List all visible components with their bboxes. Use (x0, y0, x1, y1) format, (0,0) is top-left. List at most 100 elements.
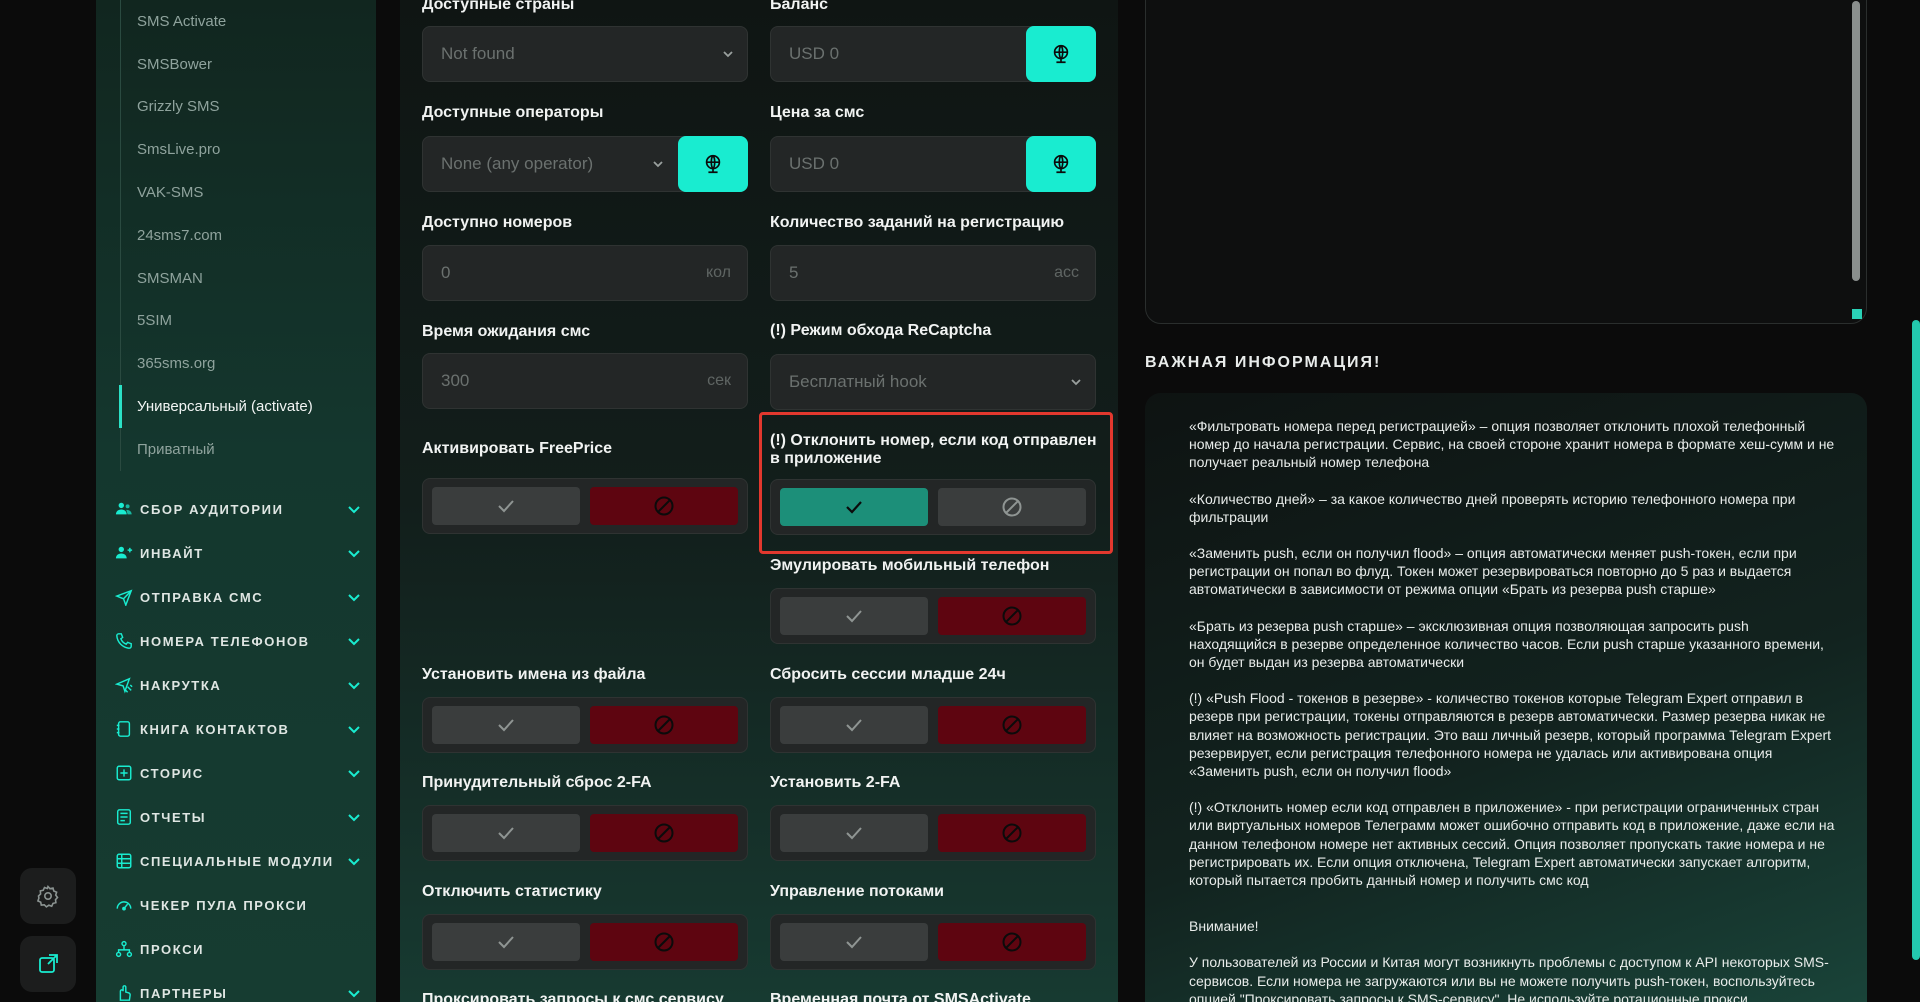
sub-item-private[interactable]: Приватный (121, 428, 360, 471)
emulate-mobile-disable-button[interactable] (938, 597, 1086, 635)
set-2fa-disable-button[interactable] (938, 814, 1086, 852)
operators-label: Доступные операторы (422, 104, 604, 121)
names-from-file-enable-button[interactable] (432, 706, 580, 744)
force-reset-2fa-disable-button[interactable] (590, 814, 738, 852)
reset-sessions-toggle (770, 697, 1096, 753)
recaptcha-label: (!) Режим обхода ReCaptcha (770, 322, 992, 339)
thread-control-label: Управление потоками (770, 883, 945, 900)
boost-icon (115, 677, 133, 694)
force-reset-2fa-label: Принудительный сброс 2-FA (422, 774, 652, 791)
sidebar-section-audience[interactable]: СБОР АУДИТОРИИ (114, 487, 362, 531)
reset-sessions-enable-button[interactable] (780, 706, 928, 744)
tasks-count-input[interactable]: 5 acc (770, 245, 1096, 301)
gauge-icon (116, 901, 132, 911)
sidebar-section-boost[interactable]: НАКРУТКА (114, 663, 362, 707)
force-reset-2fa-enable-button[interactable] (432, 814, 580, 852)
sub-item-grizzly[interactable]: Grizzly SMS (121, 86, 360, 129)
sub-item-sms-activate[interactable]: SMS Activate (121, 0, 360, 43)
sms-price-label: Цена за смс (770, 104, 865, 121)
freeprice-enable-button[interactable] (432, 487, 580, 525)
sidebar-section-contacts-book[interactable]: КНИГА КОНТАКТОВ (114, 707, 362, 751)
highlight-frame (759, 412, 1113, 554)
sms-wait-input[interactable]: 300 сек (422, 353, 748, 409)
disable-stats-toggle (422, 914, 748, 970)
check-icon (846, 610, 862, 623)
ban-icon (654, 715, 674, 735)
freeprice-toggle (422, 478, 748, 534)
operators-refresh-button[interactable] (678, 136, 748, 192)
sub-item-smsman[interactable]: SMSMAN (121, 257, 360, 300)
tasks-count-label: Количество заданий на регистрацию (770, 214, 1065, 231)
numbers-available-suffix: кол (705, 264, 731, 281)
textarea-scrollbar[interactable] (1852, 1, 1860, 281)
sidebar-section-proxy[interactable]: ПРОКСИ (114, 927, 362, 971)
reset-sessions-label: Сбросить сессии младше 24ч (770, 666, 1006, 683)
check-icon (846, 719, 862, 732)
globe-icon (1053, 44, 1069, 64)
countries-select[interactable]: Not found (422, 26, 748, 82)
sidebar-section-reports[interactable]: ОТЧЕТЫ (114, 795, 362, 839)
info-panel: ВАЖНАЯ ИНФОРМАЦИЯ! «Фильтровать номера п… (1118, 0, 1920, 1002)
sidebar-section-partners[interactable]: ПАРТНЕРЫ (114, 971, 362, 1002)
send-icon (115, 589, 133, 606)
ban-icon (1002, 932, 1022, 952)
operators-select[interactable]: None (any operator) (422, 136, 748, 192)
names-from-file-toggle (422, 697, 748, 753)
sub-item-smslive[interactable]: SmsLive.pro (121, 128, 360, 171)
chevron-down-icon (348, 858, 360, 866)
ban-icon (654, 932, 674, 952)
sidebar-section-label: КНИГА КОНТАКТОВ (140, 721, 290, 737)
freeprice-label: Активировать FreePrice (422, 440, 613, 457)
open-external-button[interactable] (20, 936, 76, 992)
countries-value: Not found (441, 44, 515, 63)
numbers-available-value: 0 (441, 263, 451, 282)
freeprice-disable-button[interactable] (590, 487, 738, 525)
balance-value: USD 0 (789, 44, 840, 63)
sub-item-vak-sms[interactable]: VAK-SMS (121, 171, 360, 214)
disable-stats-enable-button[interactable] (432, 923, 580, 961)
sidebar-section-label: ОТПРАВКА СМС (140, 589, 264, 605)
sidebar-section-special-modules[interactable]: СПЕЦИАЛЬНЫЕ МОДУЛИ (114, 839, 362, 883)
set-2fa-enable-button[interactable] (780, 814, 928, 852)
tasks-count-suffix: acc (1054, 264, 1079, 281)
check-icon (498, 827, 514, 840)
sub-item-universal[interactable]: Универсальный (activate) (119, 385, 360, 428)
left-rail (0, 0, 96, 1002)
info-paragraph: (!) «Отклонить номер если код отправлен … (1189, 799, 1835, 889)
recaptcha-value: Бесплатный hook (789, 372, 927, 391)
sidebar-sections: СБОР АУДИТОРИИ ИНВАЙТ ОТПРАВКА СМС НОМЕР… (114, 487, 362, 1002)
ban-icon (1002, 823, 1022, 843)
sidebar-section-label: СПЕЦИАЛЬНЫЕ МОДУЛИ (140, 853, 334, 869)
sub-item-365sms[interactable]: 365sms.org (121, 342, 360, 385)
names-from-file-disable-button[interactable] (590, 706, 738, 744)
sub-item-24sms7[interactable]: 24sms7.com (121, 214, 360, 257)
sub-item-5sim[interactable]: 5SIM (121, 300, 360, 343)
recaptcha-select[interactable]: Бесплатный hook (770, 354, 1096, 410)
numbers-available-input[interactable]: 0 кол (422, 245, 748, 301)
sms-price-refresh-button[interactable] (1026, 136, 1096, 192)
info-paragraph: «Фильтровать номера перед регистрацией» … (1189, 418, 1835, 471)
thread-control-disable-button[interactable] (938, 923, 1086, 961)
disable-stats-disable-button[interactable] (590, 923, 738, 961)
ban-icon (1002, 715, 1022, 735)
info-paragraph: «Заменить push, если он получил flood» –… (1189, 545, 1797, 598)
emulate-mobile-enable-button[interactable] (780, 597, 928, 635)
reset-sessions-disable-button[interactable] (938, 706, 1086, 744)
notes-textarea[interactable] (1145, 0, 1867, 324)
sidebar-section-stories[interactable]: СТОРИС (114, 751, 362, 795)
check-icon (498, 719, 514, 732)
sub-item-smsbower[interactable]: SMSBower (121, 43, 360, 86)
resize-handle[interactable] (1852, 309, 1862, 319)
page-scrollbar[interactable] (1912, 320, 1920, 960)
sidebar-section-send-sms[interactable]: ОТПРАВКА СМС (114, 575, 362, 619)
chevron-down-icon (348, 506, 360, 514)
sidebar-section-invite[interactable]: ИНВАЙТ (114, 531, 362, 575)
settings-button[interactable] (20, 868, 76, 924)
sidebar-section-proxy-checker[interactable]: ЧЕКЕР ПУЛА ПРОКСИ (114, 883, 362, 927)
balance-refresh-button[interactable] (1026, 26, 1096, 82)
operators-value: None (any operator) (441, 154, 594, 173)
sidebar-section-phone-numbers[interactable]: НОМЕРА ТЕЛЕФОНОВ (114, 619, 362, 663)
thread-control-enable-button[interactable] (780, 923, 928, 961)
sidebar-section-label: ОТЧЕТЫ (140, 809, 207, 825)
chevron-down-icon (1071, 379, 1081, 386)
